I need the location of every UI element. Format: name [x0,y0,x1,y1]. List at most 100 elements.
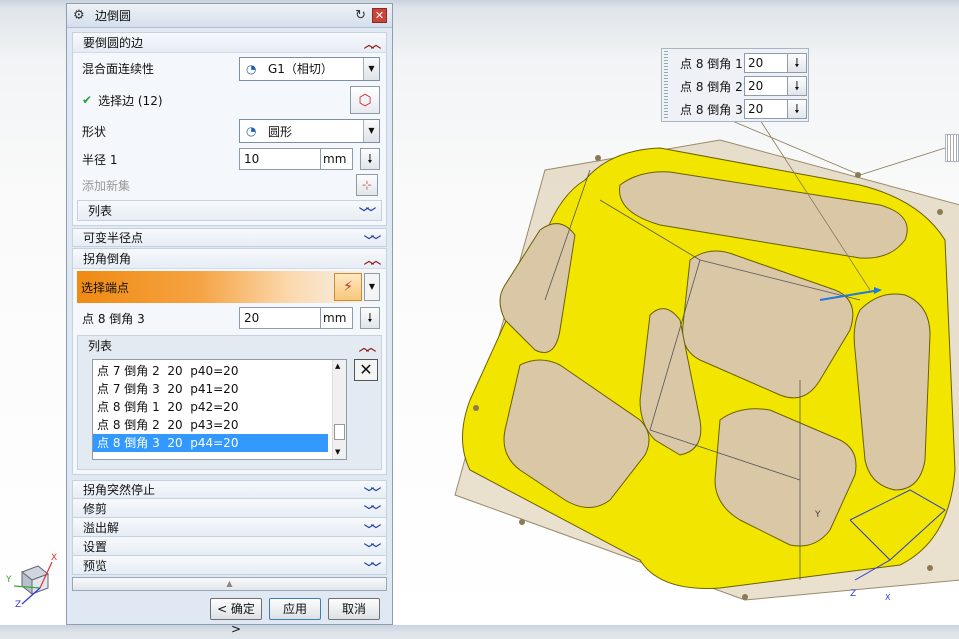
edges-list-label: 列表 [88,204,113,218]
chevron-down-icon[interactable]: ▼ [363,120,379,142]
list-item-selected[interactable]: 点 8 倒角 3 20 p44=20 [93,434,328,452]
round-shape-icon: ◔ [246,124,257,138]
add-set-icon[interactable]: ⊹ [356,174,378,196]
popup-grip[interactable] [664,51,668,119]
popup-value-input[interactable]: 20 [744,53,788,73]
setback-list-subgroup: 列表 ︿︿ 点 7 倒角 2 20 p40=20 点 7 倒角 3 20 p41… [77,335,382,470]
checkmark-icon: ✔ [82,93,93,107]
chevron-up-icon[interactable]: ︿︿ [359,339,376,354]
chevron-down-icon[interactable]: ﹀﹀ [364,521,381,536]
chevron-down-icon[interactable]: ﹀﹀ [364,502,381,517]
settings-label: 设置 [83,539,108,554]
list-item[interactable]: 点 8 倒角 1 20 p42=20 [93,398,328,416]
cancel-button[interactable]: 取消 [328,598,380,620]
popup-row: 点 8 倒角 2 [680,76,743,96]
chevron-down-icon[interactable]: ▼ [363,57,379,80]
blend-icon: ◔ [246,61,257,76]
wcs-triad-icon [13,561,53,605]
point-select-icon[interactable]: ⚡ [334,273,362,301]
radius-unit: mm [321,148,353,170]
svg-text:X: X [885,593,891,602]
radius-label: 半径 1 [82,152,118,167]
down-arrow-icon[interactable]: 🠗 [787,76,807,96]
setback-list-label: 列表 [88,339,113,353]
corner-setback-group: 拐角倒角 ︿︿ 选择端点 ⚡ ▼ 点 8 倒角 3 20 mm 🠗 列表 ︿︿ [72,248,387,475]
close-icon[interactable]: ✕ [372,8,387,23]
gear-icon[interactable]: ⚙ [73,8,87,23]
dialog-titlebar[interactable]: ⚙ 边倒圆 ↻ ✕ [67,4,392,28]
cube-icon[interactable]: ⬡ [350,86,380,114]
point-setback-input[interactable]: 20 [239,307,321,329]
popup-row: 点 8 倒角 1 [680,53,743,73]
settings-header[interactable]: 设置 ﹀﹀ [72,537,387,556]
scroll-thumb[interactable] [334,424,345,440]
blend-continuity-value: G1（相切） [268,62,333,76]
reset-icon[interactable]: ↻ [355,8,366,23]
triad-y-label: Y [6,575,12,585]
scroll-up-icon[interactable]: ▲ [335,362,340,370]
chevron-down-icon[interactable]: ﹀﹀ [364,232,381,247]
trim-header[interactable]: 修剪 ﹀﹀ [72,499,387,518]
down-arrow-icon[interactable]: 🠗 [360,148,380,170]
edge-blend-dialog: ⚙ 边倒圆 ↻ ✕ 要倒圆的边 ︿︿ 混合面连续性 ◔ G1（相切） ▼ ✔ 选… [66,3,393,636]
point-setback-label: 点 8 倒角 3 [82,311,145,326]
popup-row-label: 点 8 倒角 1 [680,56,743,71]
shape-select[interactable]: ◔ 圆形 ▼ [239,119,380,143]
down-arrow-icon[interactable]: 🠗 [787,99,807,119]
corner-setback-header[interactable]: 拐角倒角 ︿︿ [73,249,386,269]
edges-list-subgroup: 列表 ﹀﹀ [77,200,382,221]
variable-radius-label: 可变半径点 [83,231,144,245]
popup-value-input[interactable]: 20 [744,76,788,96]
shape-label: 形状 [82,124,107,139]
chevron-down-icon[interactable]: ﹀﹀ [364,559,381,574]
corner-stop-header[interactable]: 拐角突然停止 ﹀﹀ [72,480,387,499]
chevron-down-icon[interactable]: ▼ [364,273,380,301]
apply-button[interactable]: 应用 [269,598,321,620]
down-arrow-icon[interactable]: 🠗 [787,53,807,73]
select-endpoint-label: 选择端点 [81,280,130,295]
add-new-set-label: 添加新集 [82,178,131,193]
preview-label: 预览 [83,558,108,573]
blend-continuity-select[interactable]: ◔ G1（相切） ▼ [239,56,380,81]
chevron-down-icon[interactable]: ﹀﹀ [364,540,381,555]
expand-more-bar[interactable]: ▲ [72,577,387,591]
preview-header[interactable]: 预览 ﹀﹀ [72,556,387,575]
scroll-down-icon[interactable]: ▼ [335,448,340,456]
chevron-up-icon[interactable]: ︿︿ [364,36,381,51]
edges-group-header[interactable]: 要倒圆的边 ︿︿ [73,33,386,53]
list-item[interactable]: 点 7 倒角 2 20 p40=20 [93,362,328,380]
ok-button[interactable]: < 确定 > [210,598,262,636]
shape-value: 圆形 [268,124,293,139]
list-item[interactable]: 点 8 倒角 2 20 p43=20 [93,416,328,434]
svg-text:Y: Y [814,510,821,520]
point-setback-unit: mm [321,307,353,329]
triad-x-label: X [51,553,58,563]
corner-setback-label: 拐角倒角 [83,252,132,266]
point-setback-popup: 点 8 倒角 1 20 🠗 点 8 倒角 2 20 🠗 点 8 倒角 3 20 … [661,48,809,122]
svg-text:Z: Z [850,589,856,599]
setback-listbox[interactable]: 点 7 倒角 2 20 p40=20 点 7 倒角 3 20 p41=20 点 … [92,359,347,460]
setback-list-header[interactable]: 列表 ︿︿ [78,336,381,355]
overflow-header[interactable]: 溢出解 ﹀﹀ [72,518,387,537]
select-endpoint-row[interactable]: 选择端点 ⚡ ▼ [77,271,382,303]
chevron-up-icon: ▲ [226,579,233,588]
delete-icon[interactable]: ✕ [354,359,378,381]
popup-row-label: 点 8 倒角 3 [680,102,743,117]
popup-row: 点 8 倒角 3 [680,99,743,119]
edges-group: 要倒圆的边 ︿︿ 混合面连续性 ◔ G1（相切） ▼ ✔ 选择边 (12) ⬡ … [72,32,387,226]
chevron-up-icon[interactable]: ︿︿ [364,252,381,267]
overflow-label: 溢出解 [83,520,120,535]
list-scrollbar[interactable]: ▲ ▼ [332,360,346,459]
list-item[interactable]: 点 7 倒角 3 20 p41=20 [93,380,328,398]
radius-input[interactable]: 10 [239,148,321,170]
chevron-down-icon[interactable]: ﹀﹀ [364,484,381,499]
blend-continuity-label: 混合面连续性 [82,62,155,76]
chevron-down-icon[interactable]: ﹀﹀ [359,204,376,219]
popup-grip-secondary[interactable] [945,134,959,162]
variable-radius-header[interactable]: 可变半径点 ﹀﹀ [72,228,387,247]
popup-value-input[interactable]: 20 [744,99,788,119]
popup-row-label: 点 8 倒角 2 [680,79,743,94]
select-edge-label[interactable]: 选择边 (12) [98,92,162,109]
edges-list-header[interactable]: 列表 ﹀﹀ [78,201,381,220]
down-arrow-icon[interactable]: 🠗 [360,307,380,329]
